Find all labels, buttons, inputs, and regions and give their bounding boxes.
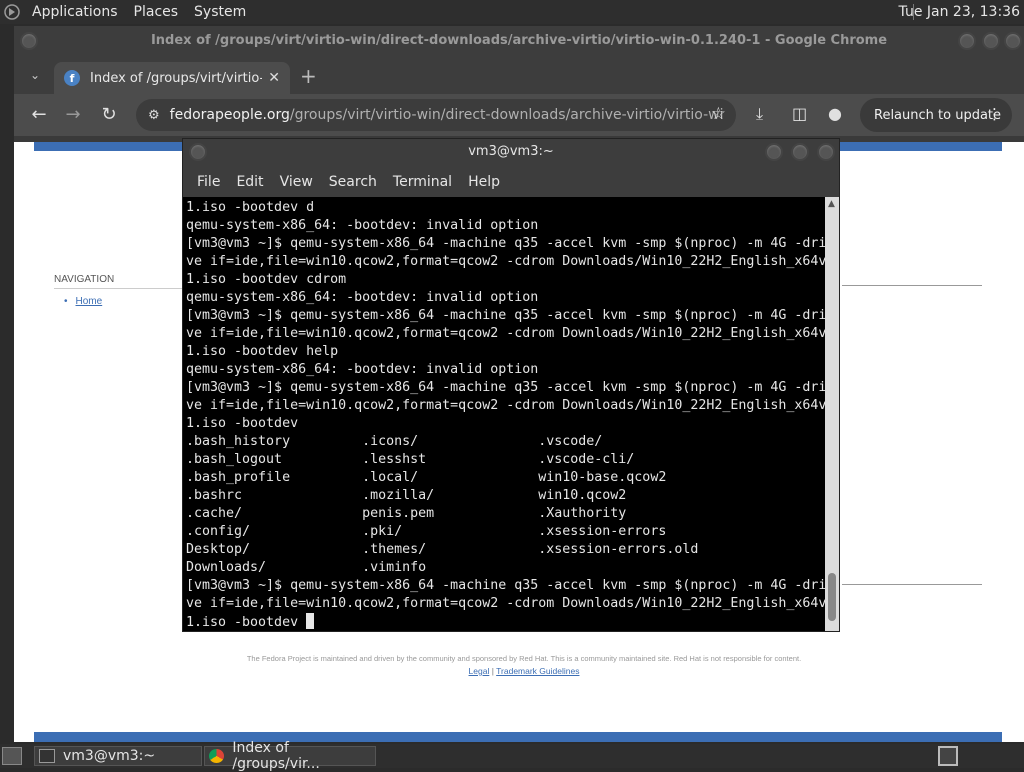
window-menu-button[interactable]	[189, 143, 207, 161]
legal-link[interactable]: Legal	[469, 666, 490, 676]
url-domain: fedorapeople.org	[169, 107, 290, 123]
reload-icon[interactable]: ↻	[98, 104, 120, 125]
terminal-window: vm3@vm3:~ File Edit View Search Terminal…	[182, 138, 840, 632]
content-divider-bottom	[842, 584, 982, 585]
close-window-button[interactable]	[1004, 32, 1022, 50]
terminal-line: ve if=ide,file=win10.qcow2,format=qcow2 …	[186, 326, 827, 341]
menu-terminal[interactable]: Terminal	[385, 174, 460, 190]
trademark-link[interactable]: Trademark Guidelines	[496, 666, 579, 676]
close-window-button[interactable]	[817, 143, 835, 161]
terminal-line: 1.iso -bootdev cdrom	[186, 272, 347, 287]
chrome-icon	[209, 749, 225, 763]
terminal-line: .bashrc .mozilla/ win10.qcow2	[186, 488, 627, 503]
footer-bar	[34, 732, 1002, 742]
terminal-line: Desktop/ .themes/ .xsession-errors.old	[186, 542, 699, 557]
chrome-window-title: Index of /groups/virt/virtio-win/direct-…	[150, 33, 888, 48]
star-icon[interactable]: ☆	[711, 104, 726, 124]
terminal-output[interactable]: 1.iso -bootdev d qemu-system-x86_64: -boo…	[183, 197, 827, 631]
applications-menu[interactable]: Applications	[24, 0, 126, 24]
tab-title: Index of /groups/virt/virtio-wi	[90, 70, 263, 86]
terminal-line: [vm3@vm3 ~]$ qemu-system-x86_64 -machine…	[186, 578, 827, 593]
terminal-line: [vm3@vm3 ~]$ qemu-system-x86_64 -machine…	[186, 236, 827, 251]
fedora-favicon-icon: f	[64, 70, 80, 86]
minimize-button[interactable]	[958, 32, 976, 50]
footer-links: Legal | Trademark Guidelines	[204, 666, 844, 676]
terminal-line: .bash_logout .lesshst .vscode-cli/	[186, 452, 635, 467]
terminal-line: [vm3@vm3 ~]$ qemu-system-x86_64 -machine…	[186, 308, 827, 323]
window-menu-button[interactable]	[20, 32, 38, 50]
bottom-panel: vm3@vm3:~ Index of /groups/vir...	[0, 740, 1024, 772]
footer-text: The Fedora Project is maintained and dri…	[246, 654, 802, 663]
terminal-line: 1.iso -bootdev help	[186, 344, 339, 359]
terminal-line: .bash_history .icons/ .vscode/	[186, 434, 603, 449]
forward-arrow-icon[interactable]: →	[62, 104, 84, 125]
taskbar-item-terminal[interactable]: vm3@vm3:~	[34, 746, 202, 766]
content-divider	[842, 285, 982, 286]
terminal-line: .bash_profile .local/ win10-base.qcow2	[186, 470, 667, 485]
terminal-line: 1.iso -bootdev d	[186, 200, 315, 215]
menu-help[interactable]: Help	[460, 174, 508, 190]
menu-view[interactable]: View	[272, 174, 321, 190]
terminal-title: vm3@vm3:~	[468, 144, 554, 159]
terminal-menubar: File Edit View Search Terminal Help	[183, 167, 839, 197]
address-bar[interactable]: ⚙ fedorapeople.org /groups/virt/virtio-w…	[136, 99, 736, 131]
places-menu[interactable]: Places	[126, 0, 187, 24]
menu-file[interactable]: File	[189, 174, 228, 190]
home-link-label[interactable]: Home	[76, 296, 103, 307]
back-arrow-icon[interactable]: ←	[28, 104, 50, 125]
terminal-line: .config/ .pki/ .xsession-errors	[186, 524, 667, 539]
footer-separator: |	[491, 666, 494, 676]
taskbar-item-label: Index of /groups/vir...	[232, 740, 320, 772]
prompt-text: 1.iso -bootdev	[186, 615, 307, 630]
terminal-line: .cache/ penis.pem .Xauthority	[186, 506, 627, 521]
relaunch-label: Relaunch to update	[874, 107, 1002, 123]
tune-icon[interactable]: ⚙	[148, 108, 160, 123]
taskbar-item-chrome[interactable]: Index of /groups/vir...	[204, 740, 376, 772]
terminal-line: [vm3@vm3 ~]$ qemu-system-x86_64 -machine…	[186, 380, 827, 395]
nav-divider	[54, 288, 184, 289]
text-cursor	[306, 613, 315, 629]
taskbar-item-label: vm3@vm3:~	[63, 748, 156, 764]
terminal-line: ve if=ide,file=win10.qcow2,format=qcow2 …	[186, 254, 827, 269]
profile-icon[interactable]: ●	[828, 104, 842, 123]
tab-active[interactable]: f Index of /groups/virt/virtio-wi ✕	[54, 62, 290, 94]
url-path: /groups/virt/virtio-win/direct-downloads…	[289, 107, 724, 123]
download-icon[interactable]: ⤓	[756, 104, 763, 124]
system-menu[interactable]: System	[186, 0, 254, 24]
terminal-line: qemu-system-x86_64: -bootdev: invalid op…	[186, 290, 539, 305]
terminal-line: 1.iso -bootdev	[186, 416, 299, 431]
minimize-button[interactable]	[765, 143, 783, 161]
tab-close-icon[interactable]: ✕	[268, 70, 280, 86]
home-link[interactable]: Home	[64, 296, 103, 307]
navigation-heading: NAVIGATION	[54, 274, 115, 285]
terminal-prompt-line: 1.iso -bootdev	[186, 613, 827, 631]
chrome-titlebar[interactable]: Index of /groups/virt/virtio-win/direct-…	[14, 26, 1024, 56]
terminal-line: qemu-system-x86_64: -bootdev: invalid op…	[186, 218, 539, 233]
terminal-line: Downloads/ .viminfo	[186, 560, 427, 575]
scroll-up-icon[interactable]: ▲	[828, 199, 835, 209]
scrollbar-thumb[interactable]	[828, 573, 836, 621]
terminal-icon	[39, 749, 55, 763]
clock[interactable]: Tue Jan 23, 13:36	[899, 0, 1020, 24]
kebab-menu-icon[interactable]: ⋮	[987, 105, 1002, 123]
show-desktop-icon[interactable]	[2, 747, 22, 765]
tab-search-chevron-icon[interactable]: ⌄	[30, 68, 40, 82]
terminal-line: ve if=ide,file=win10.qcow2,format=qcow2 …	[186, 398, 827, 413]
maximize-button[interactable]	[982, 32, 1000, 50]
new-tab-icon[interactable]: +	[300, 64, 317, 88]
maximize-button[interactable]	[791, 143, 809, 161]
terminal-line: ve if=ide,file=win10.qcow2,format=qcow2 …	[186, 596, 827, 611]
menu-edit[interactable]: Edit	[228, 174, 271, 190]
workspace-switcher[interactable]	[938, 746, 958, 766]
terminal-line: qemu-system-x86_64: -bootdev: invalid op…	[186, 362, 539, 377]
terminal-scrollbar[interactable]: ▲	[825, 197, 839, 631]
side-panel-icon[interactable]: ◫	[792, 104, 807, 123]
tab-strip: ⌄ f Index of /groups/virt/virtio-wi ✕ +	[14, 56, 1024, 94]
top-panel: Applications Places System Tue Jan 23, 1…	[0, 0, 1024, 24]
gnome-foot-icon[interactable]	[0, 0, 24, 24]
menu-search[interactable]: Search	[321, 174, 385, 190]
terminal-titlebar[interactable]: vm3@vm3:~	[183, 139, 839, 167]
chrome-toolbar: ← → ↻ ⚙ fedorapeople.org /groups/virt/vi…	[14, 94, 1024, 136]
relaunch-button[interactable]: Relaunch to update ⋮	[860, 98, 1012, 132]
